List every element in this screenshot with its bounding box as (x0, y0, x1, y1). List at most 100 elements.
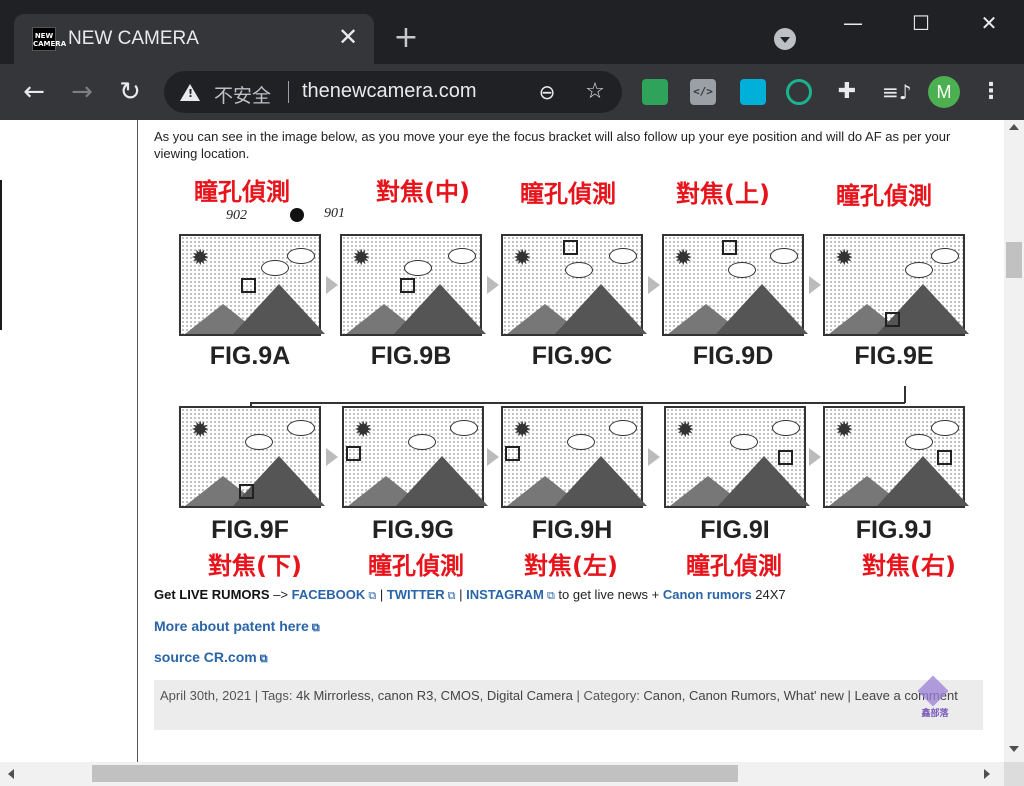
fig-label-9j: FIG.9J (855, 516, 933, 544)
vertical-scroll-thumb[interactable] (1006, 242, 1022, 278)
fig-label-9d: FIG.9D (692, 342, 774, 370)
panel-9j: ✹ (823, 406, 969, 508)
flow-arrow-icon (487, 448, 499, 466)
flow-arrow-icon (326, 448, 338, 466)
panel-9i: ✹ (664, 406, 810, 508)
caption-bottom-4: 瞳孔偵測 (686, 552, 782, 580)
extension-code-icon[interactable]: </> (690, 79, 716, 105)
sun-icon: ✹ (352, 246, 371, 271)
panel-9b: ✹ (340, 234, 486, 336)
caption-top-3: 瞳孔偵測 (520, 180, 616, 208)
panel-9h: ✹ (501, 406, 647, 508)
sun-icon: ✹ (191, 418, 210, 443)
back-button[interactable]: ← (19, 77, 49, 107)
mountain-large (718, 456, 810, 506)
panel-9d: ✹ (662, 234, 808, 336)
post-category-links[interactable]: Canon, Canon Rumors, What' new (643, 688, 843, 703)
caption-bottom-2: 瞳孔偵測 (368, 552, 464, 580)
flow-arrow-icon (487, 276, 499, 294)
facebook-link[interactable]: FACEBOOK (292, 587, 366, 602)
focus-bracket (722, 240, 737, 255)
extension-power-icon[interactable] (786, 79, 812, 105)
cloud-icon (245, 434, 273, 450)
extension-mail-icon[interactable] (642, 79, 668, 105)
eye-icon (290, 208, 304, 222)
cloud-icon (404, 260, 432, 276)
scroll-left-icon[interactable] (8, 769, 14, 779)
post-tags-links[interactable]: 4k Mirrorless, canon R3, CMOS, Digital C… (296, 688, 573, 703)
fig-label-9b: FIG.9B (370, 342, 452, 370)
sun-icon: ✹ (513, 418, 532, 443)
horizontal-scroll-thumb[interactable] (92, 765, 738, 782)
fig-label-9c: FIG.9C (531, 342, 613, 370)
cloud-icon (905, 262, 933, 278)
flow-arrow-icon (648, 276, 660, 294)
mountain-large (555, 456, 647, 506)
source-link[interactable]: source CR.com ⧉ (154, 649, 268, 666)
profile-avatar[interactable]: M (928, 76, 960, 108)
twitter-link[interactable]: TWITTER (387, 587, 445, 602)
patent-figure[interactable]: 瞳孔偵測 對焦(中) 瞳孔偵測 對焦(上) 瞳孔偵測 902 901 ✹ ✹ ✹… (154, 170, 984, 588)
address-bar[interactable]: 不安全 thenewcamera.com ⊖ ☆ (164, 71, 622, 113)
tab-title: NEW CAMERA (68, 28, 199, 49)
cloud-icon (931, 420, 959, 436)
mountain-large (396, 456, 488, 506)
minimize-button[interactable]: — (833, 8, 873, 38)
category-prefix: | Category: (572, 688, 644, 703)
browser-menu-icon[interactable]: ⋮ (978, 77, 1004, 107)
more-patent-text[interactable]: More about patent here (154, 618, 309, 634)
focus-bracket (400, 278, 415, 293)
canon-rumors-link[interactable]: Canon rumors (663, 587, 752, 602)
sun-icon: ✹ (674, 246, 693, 271)
rumors-tail: 24X7 (751, 587, 786, 602)
article-body: As you can see in the image below, as yo… (154, 128, 984, 730)
content-left-border (137, 120, 138, 762)
extensions-puzzle-icon[interactable]: ✚ (834, 79, 860, 105)
horizontal-scrollbar[interactable] (0, 762, 1004, 786)
fig-label-9a: FIG.9A (209, 342, 291, 370)
site-favicon-icon: NEW CAMERA (32, 27, 66, 51)
focus-bracket (346, 446, 361, 461)
scroll-up-icon[interactable] (1009, 124, 1019, 130)
cloud-icon (287, 248, 315, 264)
forward-button[interactable]: → (67, 77, 97, 107)
sun-icon: ✹ (354, 418, 373, 443)
scroll-down-icon[interactable] (1009, 746, 1019, 752)
ref-902: 902 (226, 208, 247, 223)
ref-901: 901 (324, 206, 345, 221)
zoom-icon[interactable]: ⊖ (536, 81, 558, 103)
scroll-right-icon[interactable] (984, 769, 990, 779)
flow-arrow-icon (809, 448, 821, 466)
focus-bracket (563, 240, 578, 255)
window-close-button[interactable]: ✕ (969, 8, 1009, 38)
maximize-button[interactable]: ☐ (901, 8, 941, 38)
more-patent-link[interactable]: More about patent here ⧉ (154, 618, 320, 635)
extension-arrow-icon[interactable] (740, 79, 766, 105)
tab-close-icon[interactable]: ✕ (336, 25, 360, 49)
caption-top-5: 瞳孔偵測 (836, 182, 932, 210)
instagram-link[interactable]: INSTAGRAM (466, 587, 544, 602)
mountain-large (716, 284, 808, 334)
new-tab-button[interactable]: + (392, 23, 420, 53)
url-text[interactable]: thenewcamera.com (302, 80, 477, 103)
tags-prefix: | Tags: (251, 688, 297, 703)
cloud-icon (770, 248, 798, 264)
caption-bottom-5: 對焦(右) (862, 552, 956, 580)
bookmark-star-icon[interactable]: ☆ (583, 80, 607, 104)
post-meta: April 30th, 2021 | Tags: 4k Mirrorless, … (154, 680, 983, 730)
browser-tab[interactable]: NEW CAMERA NEW CAMERA ✕ (14, 14, 374, 64)
vertical-scrollbar[interactable] (1004, 120, 1024, 762)
sun-icon: ✹ (835, 246, 854, 271)
source-text[interactable]: source CR.com (154, 649, 257, 665)
media-control-icon[interactable]: ≡♪ (882, 79, 912, 105)
fig-label-9e: FIG.9E (854, 342, 934, 370)
reload-button[interactable]: ↻ (115, 77, 145, 107)
cloud-icon (261, 260, 289, 276)
rumors-sep: | (455, 587, 467, 602)
warning-icon[interactable] (180, 84, 200, 101)
tab-search-icon[interactable] (774, 28, 796, 50)
browser-toolbar: ← → ↻ 不安全 thenewcamera.com ⊖ ☆ </> ✚ ≡♪ … (0, 64, 1024, 120)
tab-strip: NEW CAMERA NEW CAMERA ✕ + — ☐ ✕ (0, 0, 1024, 64)
security-label[interactable]: 不安全 (214, 81, 271, 108)
sun-icon: ✹ (676, 418, 695, 443)
